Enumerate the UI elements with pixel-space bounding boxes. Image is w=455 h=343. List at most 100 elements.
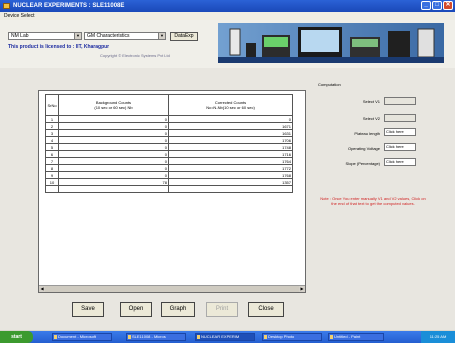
operating-voltage-field[interactable]: Click here <box>384 143 416 151</box>
srno-cell[interactable]: 5 <box>45 143 59 151</box>
select-v1-label: Select V1 <box>362 99 380 104</box>
corrected-count-cell[interactable]: 0 <box>168 115 293 123</box>
scroll-right-icon[interactable]: ▶ <box>299 286 305 292</box>
background-count-cell[interactable]: 0 <box>58 157 169 165</box>
column-header-corrected: Corrected Counts Nc=N-Nb(10 sec or 60 se… <box>168 94 293 116</box>
taskbar-item[interactable]: Desktop Photo <box>262 333 322 341</box>
table-row[interactable]: 6 0 1716 <box>45 150 293 158</box>
computation-panel: Computation Select V1 Select V2 Plateau … <box>318 82 428 282</box>
background-count-cell[interactable]: 0 <box>58 143 169 151</box>
plateau-length-label: Plateau length <box>354 131 380 136</box>
license-text: This product is licensed to : IIT, Khara… <box>8 44 110 50</box>
corrected-count-cell[interactable]: 1772 <box>168 164 293 172</box>
menu-bar: Device Select <box>0 12 455 20</box>
taskbar: start Document - Microsoft SLE11008 - Mi… <box>0 331 455 343</box>
table-row[interactable]: 10 78 1357 <box>45 178 293 186</box>
experiment-select-value: GM Characteristics <box>87 33 130 39</box>
table-row[interactable]: 7 0 1764 <box>45 157 293 165</box>
table-row[interactable]: 2 0 1671 <box>45 122 293 130</box>
background-count-cell[interactable]: 0 <box>58 129 169 137</box>
chevron-down-icon[interactable]: ▼ <box>158 33 165 39</box>
maximize-button[interactable]: □ <box>432 1 442 10</box>
srno-cell[interactable]: 2 <box>45 122 59 130</box>
background-count-cell[interactable] <box>58 185 169 193</box>
select-v2-label: Select V2 <box>362 116 380 121</box>
srno-cell[interactable]: 1 <box>45 115 59 123</box>
corrected-count-cell[interactable] <box>168 185 293 193</box>
srno-cell[interactable]: 4 <box>45 136 59 144</box>
save-button[interactable]: Save <box>72 302 104 317</box>
column-header-srno: SrNo <box>45 94 59 116</box>
corrected-count-cell[interactable]: 1357 <box>168 178 293 186</box>
table-row[interactable]: 9 0 1768 <box>45 171 293 179</box>
table-row[interactable]: 5 0 1748 <box>45 143 293 151</box>
scroll-thumb[interactable] <box>45 286 299 292</box>
background-count-cell[interactable]: 0 <box>58 136 169 144</box>
table-row[interactable]: 3 0 1631 <box>45 129 293 137</box>
table-row[interactable] <box>45 185 293 193</box>
graph-button[interactable]: Graph <box>161 302 195 317</box>
table-row[interactable]: 100 <box>45 115 293 123</box>
background-count-cell[interactable]: 0 <box>58 150 169 158</box>
close-window-button[interactable]: ✕ <box>443 1 453 10</box>
corrected-count-cell[interactable]: 1671 <box>168 122 293 130</box>
window-icon <box>54 335 57 339</box>
corrected-count-cell[interactable]: 1768 <box>168 171 293 179</box>
window-icon <box>128 335 131 339</box>
horizontal-scrollbar[interactable]: ◀ ▶ <box>39 285 305 292</box>
experiment-select[interactable]: GM Characteristics ▼ <box>84 32 166 40</box>
window-icon <box>197 335 200 339</box>
table-row[interactable]: 8 0 1772 <box>45 164 293 172</box>
start-button[interactable]: start <box>0 331 33 343</box>
app-icon <box>3 3 10 9</box>
corrected-count-cell[interactable]: 1716 <box>168 150 293 158</box>
select-v1-field[interactable] <box>384 97 416 105</box>
corrected-count-cell[interactable]: 1706 <box>168 136 293 144</box>
lab-select-value: NM Lab <box>11 33 29 39</box>
counts-table: SrNo Background Counts (10 sec or 60 sec… <box>45 94 293 193</box>
print-button[interactable]: Print <box>206 302 238 317</box>
lab-select[interactable]: NM Lab ▼ <box>8 32 82 40</box>
instrument-banner-image <box>218 23 444 63</box>
menu-device-select[interactable]: Device Select <box>4 13 35 19</box>
data-export-button[interactable]: DataExp <box>170 32 198 41</box>
slope-label: Slope (Percentage) <box>345 161 380 166</box>
column-header-background: Background Counts (10 sec or 60 sec) Nb <box>58 94 169 116</box>
taskbar-item[interactable]: Document - Microsoft <box>52 333 112 341</box>
slope-field[interactable]: Click here <box>384 158 416 166</box>
srno-cell[interactable]: 6 <box>45 150 59 158</box>
chevron-down-icon[interactable]: ▼ <box>74 33 81 39</box>
srno-cell[interactable]: 3 <box>45 129 59 137</box>
background-count-cell[interactable]: 0 <box>58 164 169 172</box>
window-title: NUCLEAR EXPERIMENTS : SLE11008E <box>13 3 125 9</box>
computation-title: Computation <box>318 82 341 87</box>
srno-cell[interactable] <box>45 185 59 193</box>
title-bar: NUCLEAR EXPERIMENTS : SLE11008E _ □ ✕ <box>0 0 455 12</box>
system-clock: 11:25 AM <box>421 331 455 343</box>
open-button[interactable]: Open <box>120 302 152 317</box>
background-count-cell[interactable]: 0 <box>58 171 169 179</box>
taskbar-item[interactable]: SLE11008 - Micros <box>126 333 186 341</box>
counts-table-container: SrNo Background Counts (10 sec or 60 sec… <box>38 90 306 293</box>
close-button[interactable]: Close <box>248 302 284 317</box>
taskbar-item-active[interactable]: NUCLEAR EXPERIM <box>195 333 255 341</box>
corrected-count-cell[interactable]: 1631 <box>168 129 293 137</box>
corrected-count-cell[interactable]: 1748 <box>168 143 293 151</box>
window-icon <box>264 335 267 339</box>
srno-cell[interactable]: 9 <box>45 171 59 179</box>
background-count-cell[interactable]: 0 <box>58 122 169 130</box>
table-row[interactable]: 4 0 1706 <box>45 136 293 144</box>
select-v2-field[interactable] <box>384 114 416 122</box>
background-count-cell[interactable]: 78 <box>58 178 169 186</box>
corrected-count-cell[interactable]: 1764 <box>168 157 293 165</box>
operating-voltage-label: Operating Voltage <box>347 146 380 151</box>
srno-cell[interactable]: 7 <box>45 157 59 165</box>
background-count-cell[interactable]: 0 <box>58 115 169 123</box>
plateau-length-field[interactable]: Click here <box>384 128 416 136</box>
srno-cell[interactable]: 10 <box>45 178 59 186</box>
srno-cell[interactable]: 8 <box>45 164 59 172</box>
taskbar-item[interactable]: Untitled - Paint <box>328 333 384 341</box>
minimize-button[interactable]: _ <box>421 1 431 10</box>
copyright-text: Copyright © Electronic Systems Pvt Ltd <box>100 53 170 58</box>
instruction-note: Note : Once You enter manually V1 and V2… <box>320 196 426 206</box>
